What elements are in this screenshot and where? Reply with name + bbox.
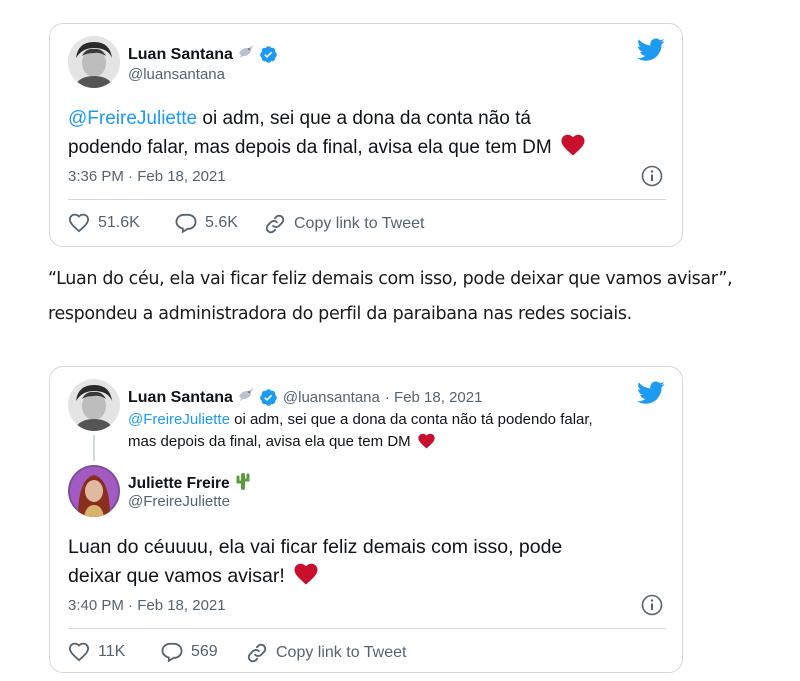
reply-count: 5.6K <box>205 214 238 231</box>
author-name[interactable]: Luan Santana <box>128 46 233 64</box>
reply-count: 569 <box>191 643 218 660</box>
parent-author-name[interactable]: Luan Santana <box>128 389 233 407</box>
divider <box>68 628 666 629</box>
copy-link-button[interactable]: Copy link to Tweet <box>246 642 406 664</box>
heart-emoji-icon <box>294 563 318 594</box>
reply-icon <box>175 213 197 233</box>
link-icon <box>265 214 285 234</box>
author-handle[interactable]: @FreireJuliette <box>128 493 230 510</box>
tweet-text: deixar que vamos avisar! <box>68 565 285 587</box>
like-button[interactable]: 11K <box>68 642 125 662</box>
tweet-timestamp[interactable]: 3:40 PM · Feb 18, 2021 <box>68 597 226 614</box>
reply-button[interactable]: 5.6K <box>175 213 238 233</box>
heart-emoji-icon <box>418 433 435 456</box>
heart-icon <box>68 642 90 662</box>
like-count: 11K <box>98 643 126 660</box>
link-icon <box>247 643 267 663</box>
tweet-timestamp[interactable]: 3:36 PM · Feb 18, 2021 <box>68 168 226 185</box>
tweet-text-line-1: Luan do céuuuu, ela vai ficar feliz dema… <box>68 536 563 558</box>
twitter-bird-icon[interactable] <box>637 38 667 64</box>
parent-text-line-2: mas depois da final, avisa ela que tem D… <box>128 431 668 456</box>
avatar-juliette-freire[interactable] <box>68 465 120 517</box>
author-name[interactable]: Juliette Freire <box>128 475 230 493</box>
article-paragraph: “Luan do céu, ela vai ficar feliz demais… <box>48 262 793 332</box>
thread-connector <box>93 435 95 461</box>
info-icon[interactable] <box>641 594 663 616</box>
cactus-emoji-icon <box>234 471 252 496</box>
tweet-text-line-2: podendo falar, mas depois da final, avis… <box>68 133 668 165</box>
dove-emoji-icon <box>237 43 255 66</box>
like-button[interactable]: 51.6K <box>68 213 140 233</box>
tweet-text-line-1: @FreireJuliette oi adm, sei que a dona d… <box>68 104 668 133</box>
verified-badge-icon <box>259 388 278 407</box>
article-line-2: respondeu a administradora do perfil da … <box>48 304 632 324</box>
mention-link[interactable]: @FreireJuliette <box>128 411 230 428</box>
mention-link[interactable]: @FreireJuliette <box>68 108 197 129</box>
author-handle[interactable]: @luansantana <box>128 66 225 83</box>
reply-icon <box>161 642 183 662</box>
tweet-text: podendo falar, mas depois da final, avis… <box>68 137 552 158</box>
reply-button[interactable]: 569 <box>161 642 218 662</box>
heart-icon <box>68 213 90 233</box>
copy-link-button[interactable]: Copy link to Tweet <box>264 213 424 235</box>
copy-link-label: Copy link to Tweet <box>294 215 425 232</box>
info-icon[interactable] <box>641 165 663 187</box>
heart-emoji-icon <box>561 134 585 165</box>
twitter-bird-icon[interactable] <box>637 381 667 407</box>
parent-author-handle[interactable]: @luansantana <box>283 389 380 406</box>
parent-text: oi adm, sei que a dona da conta não tá p… <box>229 411 593 428</box>
divider <box>68 199 666 200</box>
copy-link-label: Copy link to Tweet <box>276 644 407 661</box>
tweet-card-2[interactable]: Luan Santana @luansantana · Feb 18, 2021… <box>49 366 683 673</box>
verified-badge-icon <box>259 45 278 64</box>
like-count: 51.6K <box>98 214 140 231</box>
parent-text: mas depois da final, avisa ela que tem D… <box>128 433 411 450</box>
tweet-text-line-2: deixar que vamos avisar! <box>68 562 668 594</box>
article-line-1: “Luan do céu, ela vai ficar feliz demais… <box>48 269 733 289</box>
parent-date[interactable]: · Feb 18, 2021 <box>385 389 483 406</box>
tweet-text: oi adm, sei que a dona da conta não tá <box>197 108 531 129</box>
dove-emoji-icon <box>237 386 255 409</box>
avatar-luan-santana[interactable] <box>68 379 120 431</box>
tweet-card-1[interactable]: Luan Santana @luansantana @FreireJuliett… <box>49 23 683 247</box>
avatar-luan-santana[interactable] <box>68 36 120 88</box>
parent-text-line-1: @FreireJuliette oi adm, sei que a dona d… <box>128 409 668 431</box>
